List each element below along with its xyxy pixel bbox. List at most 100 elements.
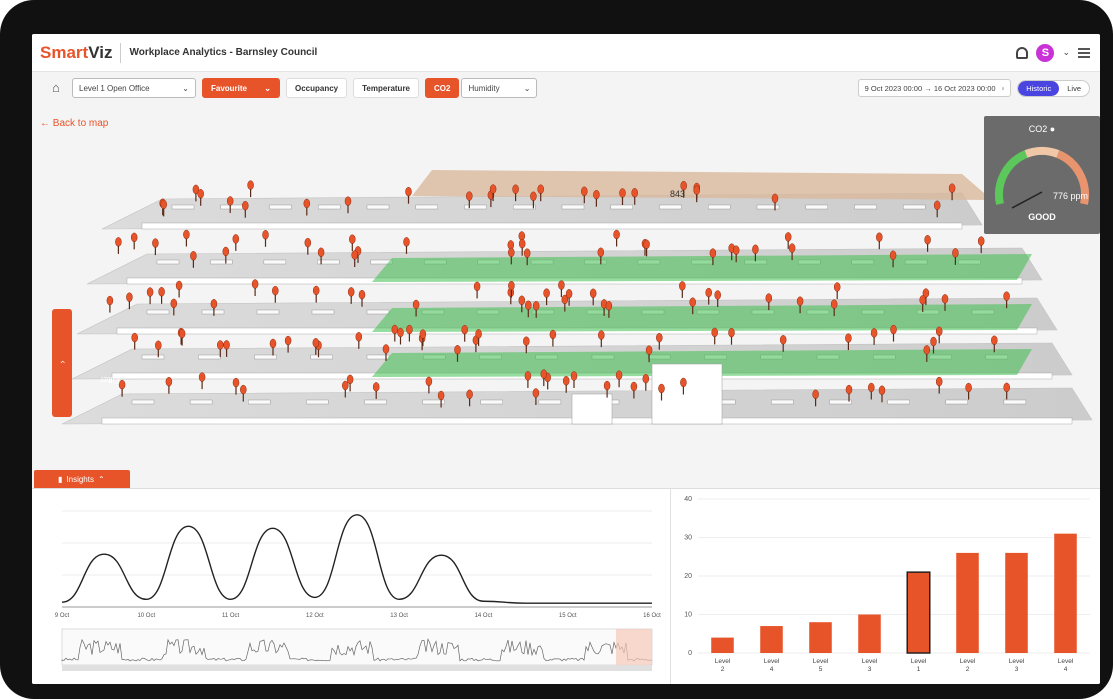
occupancy-pin[interactable] xyxy=(935,326,943,344)
occupancy-pin[interactable] xyxy=(262,230,269,247)
room-wall xyxy=(610,204,633,210)
room-wall xyxy=(659,204,682,210)
occupancy-pin[interactable] xyxy=(558,280,565,298)
tab-co2[interactable]: CO2 xyxy=(425,78,460,98)
pin-head xyxy=(489,184,497,194)
occupancy-pin[interactable] xyxy=(349,234,356,252)
occupancy-pin[interactable] xyxy=(272,285,279,303)
room-wall xyxy=(220,204,243,210)
occupancy-pin[interactable] xyxy=(232,234,240,251)
bar[interactable] xyxy=(711,637,734,653)
filter-tab[interactable]: ⚬ Filter › xyxy=(52,309,120,417)
occupancy-pin[interactable] xyxy=(397,327,404,345)
occupancy-pin[interactable] xyxy=(540,369,548,387)
app-logo[interactable]: SmartViz xyxy=(40,43,112,63)
occupancy-pin[interactable] xyxy=(251,279,259,297)
occupancy-pin[interactable] xyxy=(115,237,122,254)
occupancy-pin[interactable] xyxy=(183,229,190,247)
room-wall xyxy=(945,399,968,405)
pin-head xyxy=(565,289,573,299)
occupancy-pin[interactable] xyxy=(152,238,159,256)
pin-head xyxy=(890,324,897,335)
occupancy-pin[interactable] xyxy=(870,328,878,345)
location-select[interactable]: Level 1 Open Office ⌄ xyxy=(72,78,196,98)
bar[interactable] xyxy=(1005,552,1028,653)
mode-toggle[interactable]: Historic Live xyxy=(1017,79,1090,97)
building-3d-view[interactable]: 843 xyxy=(32,104,1100,474)
occupancy-pin[interactable] xyxy=(130,232,138,250)
occupancy-pin[interactable] xyxy=(833,282,841,300)
occupancy-pin[interactable] xyxy=(549,329,557,347)
pin-head xyxy=(406,324,413,335)
brush-selection[interactable] xyxy=(616,629,652,665)
occupancy-pin[interactable] xyxy=(247,180,254,198)
occupancy-pin[interactable] xyxy=(347,287,355,304)
room-wall xyxy=(366,204,390,210)
scrollbar[interactable] xyxy=(62,665,652,671)
room-wall xyxy=(198,354,221,360)
occupancy-pin[interactable] xyxy=(615,370,623,388)
occupancy-pin[interactable] xyxy=(711,327,718,345)
occupancy-pin[interactable] xyxy=(391,324,399,342)
bar[interactable] xyxy=(1054,533,1077,653)
chevron-down-icon[interactable]: ⌄ xyxy=(1062,47,1070,58)
room-wall xyxy=(256,309,280,315)
occupancy-pin[interactable] xyxy=(876,232,883,250)
device-frame: SmartViz Workplace Analytics - Barnsley … xyxy=(0,0,1113,699)
pin-head xyxy=(405,186,412,197)
occupancy-pin[interactable] xyxy=(106,295,114,313)
humidity-select[interactable]: Humidity ⌄ xyxy=(461,78,538,98)
bar[interactable] xyxy=(809,622,832,653)
home-icon[interactable]: ⌂ xyxy=(52,81,66,95)
pin-head xyxy=(613,229,620,240)
occupancy-pin[interactable] xyxy=(613,229,620,247)
occupancy-pin[interactable] xyxy=(570,371,578,389)
favourite-dropdown[interactable]: Favourite ⌄ xyxy=(202,78,280,98)
occupancy-pin[interactable] xyxy=(403,237,410,254)
occupancy-pin[interactable] xyxy=(524,371,532,388)
mode-live[interactable]: Live xyxy=(1059,81,1089,96)
bar[interactable] xyxy=(956,552,979,653)
insights-toggle[interactable]: ▮ Insights ⌃ xyxy=(34,470,130,488)
date-range-picker[interactable]: 9 Oct 2023 00:00 → 16 Oct 2023 00:00 ▫ xyxy=(857,79,1012,97)
occupancy-pin[interactable] xyxy=(406,324,413,342)
pin-head xyxy=(232,234,240,244)
pin-head xyxy=(226,196,234,206)
occupancy-pin[interactable] xyxy=(165,376,173,394)
x-tick-label: Level xyxy=(715,658,731,665)
x-tick-label: 14 Oct xyxy=(475,613,493,619)
occupancy-pin[interactable] xyxy=(312,285,320,303)
occupancy-pin[interactable] xyxy=(461,324,468,342)
pin-head xyxy=(524,371,532,381)
pin-head xyxy=(251,279,259,289)
occupancy-pin[interactable] xyxy=(679,281,686,298)
mode-historic[interactable]: Historic xyxy=(1018,80,1060,96)
pin-head xyxy=(115,237,122,247)
occupancy-pin[interactable] xyxy=(425,376,433,394)
occupancy-pin[interactable] xyxy=(175,280,183,298)
tab-occupancy[interactable]: Occupancy xyxy=(286,78,348,98)
occupancy-pin[interactable] xyxy=(198,372,206,390)
occupancy-pin[interactable] xyxy=(158,287,165,304)
occupancy-pin[interactable] xyxy=(419,329,427,347)
occupancy-pin[interactable] xyxy=(146,287,154,305)
bell-icon[interactable] xyxy=(1016,46,1029,59)
occupancy-pin[interactable] xyxy=(131,332,138,350)
occupancy-pin[interactable] xyxy=(178,328,186,346)
occupancy-pin[interactable] xyxy=(642,373,650,391)
menu-icon[interactable] xyxy=(1078,47,1090,58)
bar[interactable] xyxy=(906,571,931,654)
occupancy-pin[interactable] xyxy=(562,376,570,393)
bar[interactable] xyxy=(760,626,783,653)
tab-temperature[interactable]: Temperature xyxy=(353,78,420,98)
bar[interactable] xyxy=(858,614,881,654)
occupancy-pin[interactable] xyxy=(728,327,735,345)
occupancy-pin[interactable] xyxy=(598,330,605,348)
occupancy-pin[interactable] xyxy=(304,237,312,255)
occupancy-pin[interactable] xyxy=(232,377,240,395)
pin-head xyxy=(461,324,468,335)
occupancy-pin[interactable] xyxy=(355,332,363,349)
occupancy-pin[interactable] xyxy=(473,281,481,299)
avatar[interactable]: S xyxy=(1036,43,1055,62)
occupancy-pin[interactable] xyxy=(890,324,897,342)
